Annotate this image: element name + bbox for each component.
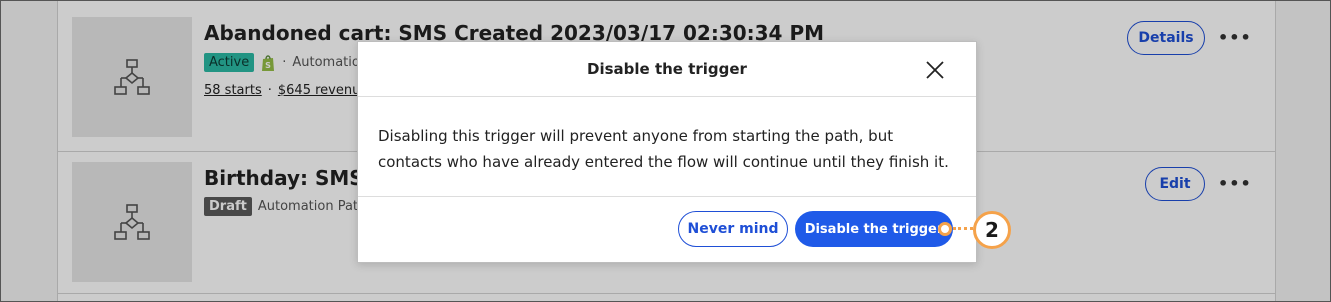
disable-trigger-dialog: Disable the trigger Disabling this trigg… [357, 41, 977, 263]
close-icon[interactable] [924, 59, 946, 81]
callout-anchor [938, 222, 952, 236]
never-mind-button[interactable]: Never mind [678, 211, 788, 247]
dialog-header: Disable the trigger [358, 42, 976, 97]
callout-step-number: 2 [973, 211, 1011, 249]
callout-connector [953, 227, 973, 230]
app-frame: Abandoned cart: SMS Created 2023/03/17 0… [0, 0, 1331, 302]
dialog-title: Disable the trigger [587, 60, 747, 78]
dialog-footer: Never mind Disable the trigger [358, 197, 976, 263]
disable-trigger-button[interactable]: Disable the trigger [795, 211, 953, 247]
dialog-body: Disabling this trigger will prevent anyo… [358, 97, 976, 197]
